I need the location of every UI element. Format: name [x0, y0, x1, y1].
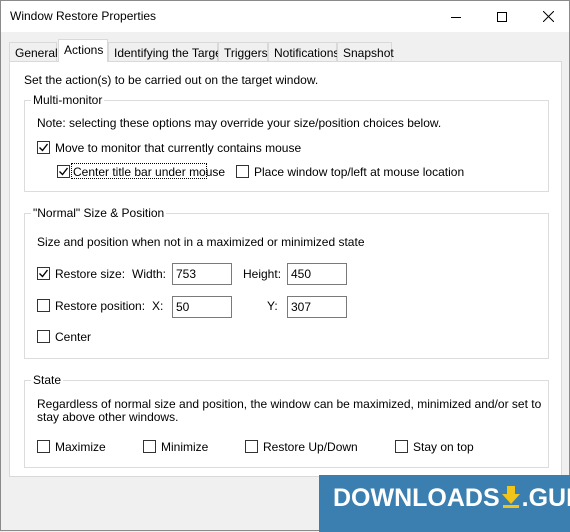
size-position-description: Size and position when not in a maximize… — [37, 235, 365, 249]
tab-triggers[interactable]: Triggers — [218, 42, 268, 62]
close-window-button[interactable] — [525, 1, 570, 32]
y-position-input[interactable]: 307 — [287, 296, 347, 318]
center-title-bar-checkbox[interactable] — [57, 165, 70, 178]
check-icon — [39, 143, 49, 152]
check-icon — [39, 269, 49, 278]
size-position-legend: "Normal" Size & Position — [31, 206, 167, 220]
height-input[interactable]: 450 — [287, 263, 347, 285]
tab-actions[interactable]: Actions — [58, 39, 108, 62]
width-label: Width: — [132, 267, 167, 281]
center-checkbox[interactable] — [37, 330, 50, 343]
state-description: Regardless of normal size and position, … — [37, 397, 542, 424]
restore-updown-checkbox[interactable] — [245, 440, 258, 453]
place-top-left-checkbox[interactable] — [236, 165, 249, 178]
restore-updown-label: Restore Up/Down — [263, 440, 358, 454]
minimize-icon — [451, 16, 461, 18]
minimize-label: Minimize — [161, 440, 209, 454]
minimize-window-button[interactable] — [433, 1, 479, 32]
restore-size-label: Restore size: — [55, 267, 126, 281]
maximize-icon — [497, 11, 507, 22]
minimize-checkbox[interactable] — [143, 440, 156, 453]
actions-panel: Set the action(s) to be carried out on t… — [9, 61, 562, 477]
x-label: X: — [152, 299, 164, 313]
size-position-group: "Normal" Size & Position Size and positi… — [24, 206, 549, 359]
x-position-input[interactable]: 50 — [172, 296, 232, 318]
title-bar[interactable]: Window Restore Properties — [1, 1, 569, 32]
close-icon — [542, 11, 554, 22]
y-label: Y: — [267, 299, 278, 313]
stay-on-top-checkbox[interactable] — [395, 440, 408, 453]
place-top-left-label: Place window top/left at mouse location — [254, 165, 465, 179]
tab-snapshot[interactable]: Snapshot — [337, 42, 394, 62]
maximize-checkbox[interactable] — [37, 440, 50, 453]
watermark-word: DOWNLOADS — [333, 484, 500, 512]
download-arrow-icon — [501, 486, 520, 508]
center-title-bar-label: Center title bar under mouse — [73, 165, 226, 179]
maximize-window-button[interactable] — [479, 1, 525, 32]
multimonitor-group: Multi-monitor Note: selecting these opti… — [24, 93, 549, 192]
tab-general[interactable]: General — [9, 42, 58, 62]
restore-position-label: Restore position: — [55, 299, 146, 313]
state-group: State Regardless of normal size and posi… — [24, 373, 549, 468]
width-input[interactable]: 753 — [172, 263, 232, 285]
multimonitor-legend: Multi-monitor — [31, 93, 105, 107]
move-to-monitor-checkbox[interactable] — [37, 141, 50, 154]
watermark-text: DOWNLOADS .GURU — [333, 484, 570, 513]
restore-size-checkbox[interactable] — [37, 267, 50, 280]
restore-position-checkbox[interactable] — [37, 299, 50, 312]
dialog-window: Window Restore Properties General Action… — [0, 0, 570, 532]
intro-text: Set the action(s) to be carried out on t… — [24, 73, 319, 87]
watermark-suffix: .GURU — [521, 484, 570, 512]
maximize-label: Maximize — [55, 440, 106, 454]
check-icon — [59, 167, 69, 176]
tab-notifications[interactable]: Notifications — [268, 42, 339, 62]
center-label: Center — [55, 330, 92, 344]
multimonitor-note: Note: selecting these options may overri… — [37, 116, 442, 130]
tab-identifying-target[interactable]: Identifying the Target — [108, 42, 225, 62]
stay-on-top-label: Stay on top — [413, 440, 474, 454]
height-label: Height: — [243, 267, 282, 281]
state-legend: State — [31, 373, 64, 387]
downloads-guru-watermark: DOWNLOADS .GURU — [319, 475, 570, 532]
window-title: Window Restore Properties — [10, 9, 157, 23]
move-to-monitor-label: Move to monitor that currently contains … — [55, 141, 302, 155]
